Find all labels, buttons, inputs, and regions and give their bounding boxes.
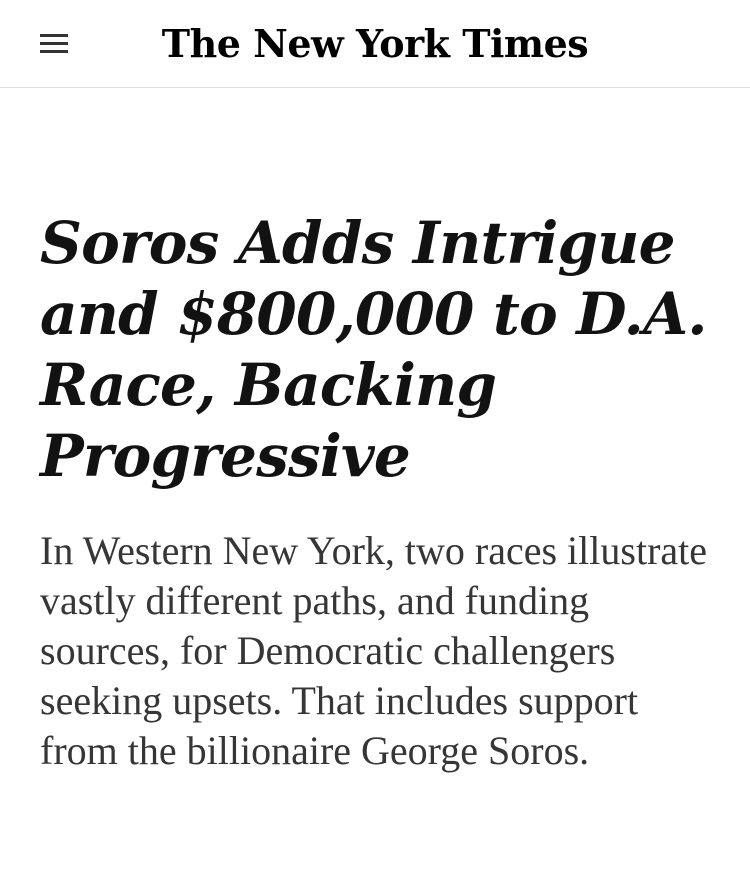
article-summary: In Western New York, two races illustrat…	[40, 528, 708, 773]
menu-button[interactable]	[32, 26, 76, 62]
article-header: Soros Adds Intrigue and $800,000 to D.A.…	[40, 208, 720, 776]
article-headline: Soros Adds Intrigue and $800,000 to D.A.…	[40, 209, 707, 490]
masthead-bar: The New York Times	[0, 0, 750, 88]
hamburger-menu-icon	[40, 34, 68, 37]
nyt-logo[interactable]: The New York Times	[150, 14, 600, 74]
